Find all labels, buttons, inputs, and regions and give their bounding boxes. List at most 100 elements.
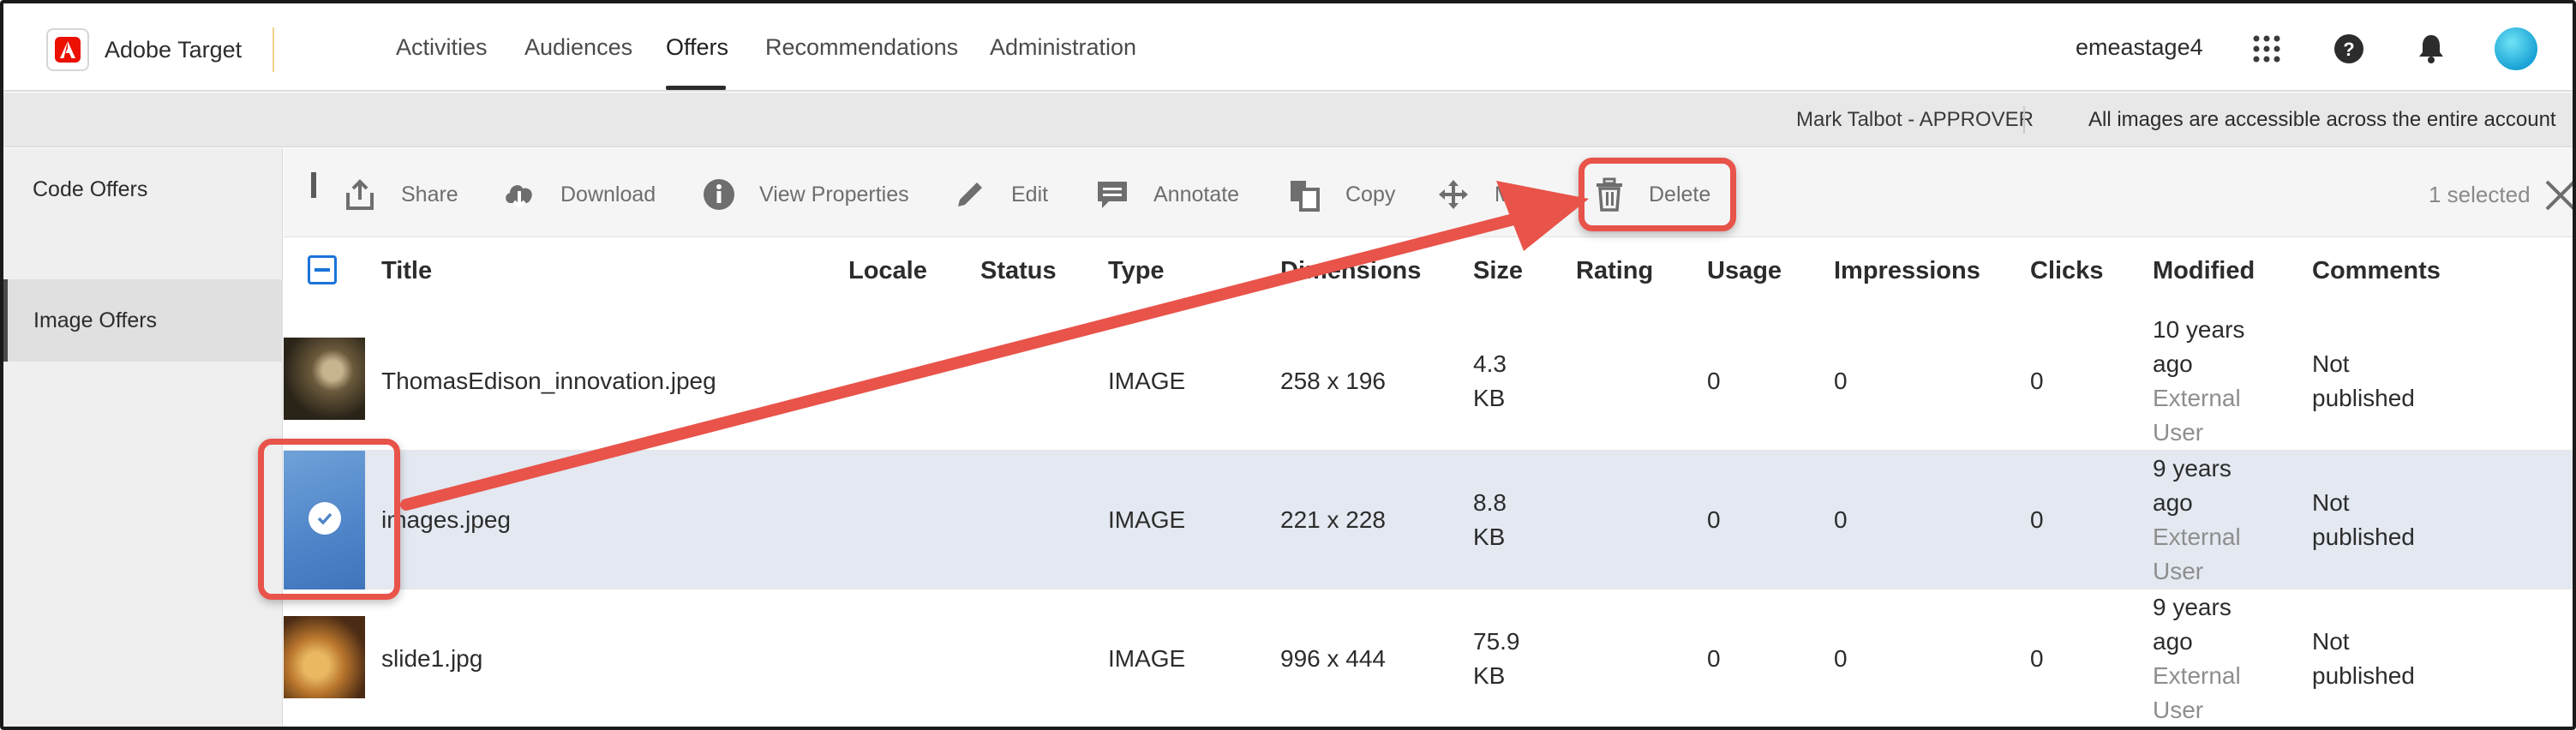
- sidebar-item-label: Code Offers: [33, 177, 148, 201]
- size-unit: KB: [1473, 385, 1506, 411]
- cell-size: 4.3 KB: [1473, 347, 1507, 416]
- help-icon[interactable]: ?: [2329, 29, 2369, 69]
- selected-row-highlight-box: [258, 439, 400, 600]
- copy-icon: [1291, 181, 1320, 212]
- cell-title: images.jpeg: [381, 506, 511, 533]
- cell-usage: 0: [1707, 645, 1721, 672]
- view-properties-button[interactable]: View Properties: [703, 175, 909, 214]
- column-header-impressions[interactable]: Impressions: [1834, 257, 1980, 285]
- comments-line-2: published: [2312, 385, 2415, 411]
- close-selection-icon[interactable]: [2542, 175, 2576, 214]
- select-all-checkbox[interactable]: [308, 255, 337, 284]
- library-scope-note: All images are accessible across the ent…: [2088, 108, 2556, 131]
- modified-by: External: [2153, 385, 2241, 411]
- thumbnail-image[interactable]: [284, 616, 365, 698]
- cell-clicks: 0: [2030, 368, 2044, 394]
- cell-modified: 9 years ago External User: [2153, 452, 2241, 589]
- cell-title: slide1.jpg: [381, 645, 483, 672]
- cell-clicks: 0: [2030, 645, 2044, 672]
- brand-name: Adobe Target: [105, 36, 243, 63]
- brand[interactable]: Adobe Target: [46, 28, 243, 71]
- modified-age-suffix: ago: [2153, 350, 2193, 377]
- column-header-usage[interactable]: Usage: [1707, 257, 1782, 285]
- cell-clicks: 0: [2030, 506, 2044, 533]
- modified-by: External: [2153, 524, 2241, 550]
- edit-label: Edit: [1011, 182, 1049, 206]
- comments-line-1: Not: [2312, 350, 2350, 377]
- move-button[interactable]: Move: [1436, 175, 1547, 214]
- column-header-clicks[interactable]: Clicks: [2030, 257, 2103, 285]
- modified-age-suffix: ago: [2153, 628, 2193, 655]
- column-header-status[interactable]: Status: [980, 257, 1057, 285]
- top-navigation: Adobe Target Activities Audiences Offers…: [3, 3, 2573, 92]
- download-button[interactable]: Download: [502, 175, 656, 214]
- column-header-comments[interactable]: Comments: [2312, 257, 2441, 285]
- nav-activities[interactable]: Activities: [396, 34, 488, 61]
- cell-title: ThomasEdison_innovation.jpeg: [381, 368, 716, 394]
- sidebar-item-code-offers[interactable]: Code Offers: [3, 148, 283, 230]
- view-properties-label: View Properties: [759, 182, 909, 206]
- adobe-logo-icon: [46, 28, 89, 71]
- column-header-type[interactable]: Type: [1108, 257, 1165, 285]
- nav-offers[interactable]: Offers: [666, 34, 728, 61]
- nav-recommendations[interactable]: Recommendations: [765, 34, 958, 61]
- column-header-rating[interactable]: Rating: [1576, 257, 1653, 285]
- bell-icon[interactable]: [2411, 29, 2451, 69]
- download-label: Download: [560, 182, 656, 206]
- modified-by-suffix: User: [2153, 697, 2204, 723]
- column-header-title[interactable]: Title: [381, 257, 432, 285]
- size-value: 4.3: [1473, 350, 1507, 377]
- cell-type: IMAGE: [1108, 368, 1186, 394]
- info-icon: [704, 179, 734, 210]
- cell-comments: Not published: [2312, 486, 2415, 554]
- nav-active-indicator: [666, 86, 726, 90]
- nav-audiences[interactable]: Audiences: [524, 34, 632, 61]
- cell-modified: 10 years ago External User: [2153, 313, 2244, 450]
- edit-button[interactable]: Edit: [953, 175, 1048, 214]
- column-header-locale[interactable]: Locale: [848, 257, 927, 285]
- cell-dimensions: 258 x 196: [1280, 368, 1386, 394]
- cell-comments: Not published: [2312, 347, 2415, 416]
- apps-grid-icon[interactable]: [2247, 29, 2286, 69]
- share-icon: [346, 179, 374, 210]
- thumbnail-image[interactable]: [284, 338, 365, 420]
- column-header-size[interactable]: Size: [1473, 257, 1523, 285]
- annotate-button[interactable]: Annotate: [1095, 175, 1239, 214]
- cell-size: 75.9 KB: [1473, 625, 1520, 693]
- size-unit: KB: [1473, 662, 1506, 689]
- cell-comments: Not published: [2312, 625, 2415, 693]
- avatar[interactable]: [2495, 27, 2537, 70]
- cell-usage: 0: [1707, 368, 1721, 394]
- modified-age-suffix: ago: [2153, 489, 2193, 516]
- column-header-dimensions[interactable]: Dimensions: [1280, 257, 1421, 285]
- brand-separator: [273, 27, 274, 72]
- indeterminate-mark-icon: [315, 268, 330, 272]
- org-switcher[interactable]: emeastage4: [2076, 34, 2203, 61]
- cell-size: 8.8 KB: [1473, 486, 1507, 554]
- cell-impressions: 0: [1834, 368, 1848, 394]
- cell-impressions: 0: [1834, 506, 1848, 533]
- nav-administration[interactable]: Administration: [990, 34, 1136, 61]
- sidebar-item-label: Image Offers: [33, 308, 158, 332]
- delete-highlight-box: [1579, 158, 1736, 231]
- modified-age: 9 years: [2153, 594, 2232, 620]
- modified-age: 10 years: [2153, 316, 2245, 343]
- cell-impressions: 0: [1834, 645, 1848, 672]
- current-user-role: Mark Talbot - APPROVER: [1796, 108, 2034, 131]
- move-label: Move: [1495, 182, 1548, 206]
- pencil-icon: [958, 182, 982, 206]
- column-header-modified[interactable]: Modified: [2153, 257, 2255, 285]
- annotate-label: Annotate: [1153, 182, 1240, 206]
- copy-button[interactable]: Copy: [1287, 175, 1395, 214]
- comments-line-1: Not: [2312, 628, 2350, 655]
- modified-age: 9 years: [2153, 455, 2232, 482]
- move-icon: [1439, 180, 1468, 209]
- size-value: 75.9: [1473, 628, 1520, 655]
- share-label: Share: [401, 182, 458, 206]
- cell-dimensions: 996 x 444: [1280, 645, 1386, 672]
- comments-line-2: published: [2312, 524, 2415, 550]
- selection-count: 1 selected: [2429, 182, 2531, 207]
- modified-by: External: [2153, 662, 2241, 689]
- share-button[interactable]: Share: [343, 175, 458, 214]
- sidebar-item-image-offers[interactable]: Image Offers: [3, 279, 283, 362]
